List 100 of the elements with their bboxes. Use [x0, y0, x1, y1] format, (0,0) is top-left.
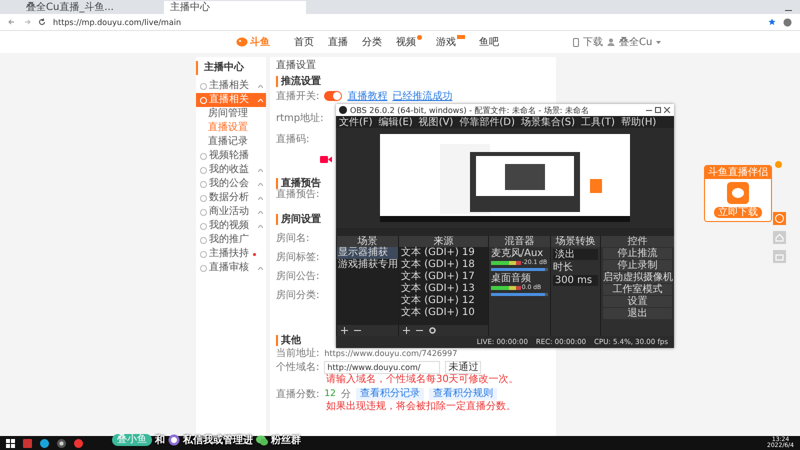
star-icon[interactable]: [768, 18, 776, 26]
source-item[interactable]: 文本 (GDI+) 12: [399, 295, 488, 307]
field-label: 直播分数:: [276, 388, 320, 400]
transition-dropdown[interactable]: 淡出: [552, 249, 598, 260]
user-icon: [607, 38, 615, 46]
forward-icon[interactable]: [23, 18, 31, 26]
browser-tab[interactable]: 主播中心: [164, 1, 306, 14]
audio-meter-drawing: [490, 286, 521, 290]
add-icon[interactable]: [341, 327, 348, 334]
nav-link[interactable]: 首页: [294, 35, 314, 49]
window-title: OBS 26.0.2 (64-bit, windows) - 配置文件: 未命名 - 场景: 未命名: [350, 104, 590, 116]
current-url: https://www.douyu.com/7426997: [324, 349, 458, 358]
nav-link[interactable]: 游戏: [436, 35, 465, 49]
source-item[interactable]: 文本 (GDI+) 18: [399, 259, 488, 271]
sidebar-item[interactable]: 直播审核: [196, 261, 266, 275]
browser-tab[interactable]: 叠全Cu直播_斗鱼...: [20, 1, 162, 14]
start-icon[interactable]: [6, 438, 15, 448]
name-badge: 叠小鱼: [112, 434, 152, 446]
back-icon[interactable]: [8, 18, 16, 26]
menu-item[interactable]: 场景集合(S): [520, 115, 576, 129]
new-tag-icon: [457, 35, 465, 39]
play-icon[interactable]: [773, 212, 786, 225]
scene-item[interactable]: 游戏捕获专用: [337, 259, 398, 271]
sidebar-item[interactable]: 我的收益: [196, 163, 266, 177]
obs-icon[interactable]: [57, 438, 66, 448]
sidebar-item[interactable]: 数据分析: [196, 191, 266, 205]
volume-slider[interactable]: [490, 268, 545, 271]
promo-title: 斗鱼直播伴侣: [705, 166, 771, 179]
caret-icon[interactable]: [258, 168, 263, 172]
field-label: 房间标签:: [276, 252, 320, 263]
sidebar-item[interactable]: 主播相关: [196, 79, 266, 93]
field-label: 房间名:: [276, 233, 310, 244]
maximize-icon[interactable]: [655, 107, 661, 113]
user-name[interactable]: 叠全Cu: [619, 35, 652, 49]
home-icon[interactable]: [773, 231, 786, 244]
dock-title: 场景: [337, 236, 398, 247]
nav-link[interactable]: 分类: [362, 35, 382, 49]
nav-link[interactable]: 直播: [328, 35, 348, 49]
duration-label: 时长: [552, 262, 574, 273]
sidebar-item[interactable]: 视频轮播: [196, 149, 266, 163]
sidebar-subitem[interactable]: 房间管理: [196, 107, 266, 121]
sidebar-subitem[interactable]: 直播记录: [196, 135, 266, 149]
app-icon[interactable]: [74, 438, 83, 448]
profile-icon[interactable]: [783, 18, 792, 26]
menu-item[interactable]: 停靠部件(D): [459, 115, 515, 129]
download-link[interactable]: 下载: [583, 35, 603, 49]
source-item[interactable]: 文本 (GDI+) 10: [399, 307, 488, 319]
page-title: 直播设置: [276, 60, 316, 72]
caret-icon[interactable]: [258, 266, 263, 270]
link[interactable]: 已经推流成功: [392, 89, 452, 103]
source-item[interactable]: 文本 (GDI+) 17: [399, 271, 488, 283]
sidebar-item[interactable]: 商业活动: [196, 205, 266, 219]
caret-icon[interactable]: [258, 182, 263, 186]
sidebar-item[interactable]: 我的公会: [196, 177, 266, 191]
menu-item[interactable]: 文件(F): [339, 115, 373, 129]
link[interactable]: 直播教程: [347, 89, 388, 103]
nav-link[interactable]: 鱼吧: [479, 35, 499, 49]
control-button[interactable]: 退出: [603, 308, 672, 319]
control-button[interactable]: 启动虚拟摄像机: [603, 272, 672, 283]
dock-title: 控件: [601, 236, 674, 247]
refresh-icon[interactable]: [38, 18, 46, 26]
score-button[interactable]: 查看积分记录: [356, 388, 424, 400]
nav-link[interactable]: 视频: [396, 35, 422, 49]
add-icon[interactable]: [403, 327, 410, 334]
score-value: 12: [324, 389, 336, 399]
live-toggle[interactable]: [324, 91, 342, 101]
caret-icon[interactable]: [258, 196, 263, 200]
caret-icon[interactable]: [656, 40, 662, 44]
field-label: 房间分类:: [276, 290, 320, 301]
sidebar-item[interactable]: 我的推广: [196, 233, 266, 247]
menu-item[interactable]: 工具(T): [581, 115, 615, 129]
control-button[interactable]: 停止推流: [603, 248, 672, 259]
badge-dot-icon: [417, 35, 422, 40]
control-button[interactable]: 设置: [603, 296, 672, 307]
caret-icon[interactable]: [258, 210, 263, 214]
menu-item[interactable]: 编辑(E): [378, 115, 413, 129]
duration-field[interactable]: 300 ms: [552, 275, 598, 286]
caret-icon[interactable]: [258, 84, 263, 88]
caret-icon[interactable]: [258, 224, 263, 228]
obs-icon: [339, 106, 347, 114]
domain-input[interactable]: http://www.douyu.com/: [324, 361, 440, 374]
sidebar-item[interactable]: 我的视频: [196, 219, 266, 233]
menu-item[interactable]: 视图(V): [418, 115, 454, 129]
source-item[interactable]: 文本 (GDI+) 19: [399, 247, 488, 259]
app-icon[interactable]: [23, 438, 32, 448]
control-button[interactable]: 工作室模式: [603, 284, 672, 295]
settings-icon[interactable]: [429, 327, 436, 334]
field-label: 直播码:: [276, 134, 310, 145]
score-unit: 分: [340, 388, 351, 400]
sidebar-item[interactable]: 主播扶持: [196, 247, 266, 261]
field-label: 直播开关:: [276, 90, 320, 102]
source-item[interactable]: 文本 (GDI+) 13: [399, 283, 488, 295]
score-button[interactable]: 查看积分规则: [428, 388, 497, 400]
menu-item[interactable]: 帮助(H): [620, 115, 656, 129]
status-dropdown[interactable]: 未通过: [445, 361, 482, 374]
volume-slider[interactable]: [490, 293, 545, 296]
section-heading: 其他: [276, 335, 301, 346]
scene-item[interactable]: 显示器捕获: [337, 247, 398, 259]
browser-icon[interactable]: [40, 438, 49, 448]
control-button[interactable]: 停止录制: [603, 260, 672, 271]
